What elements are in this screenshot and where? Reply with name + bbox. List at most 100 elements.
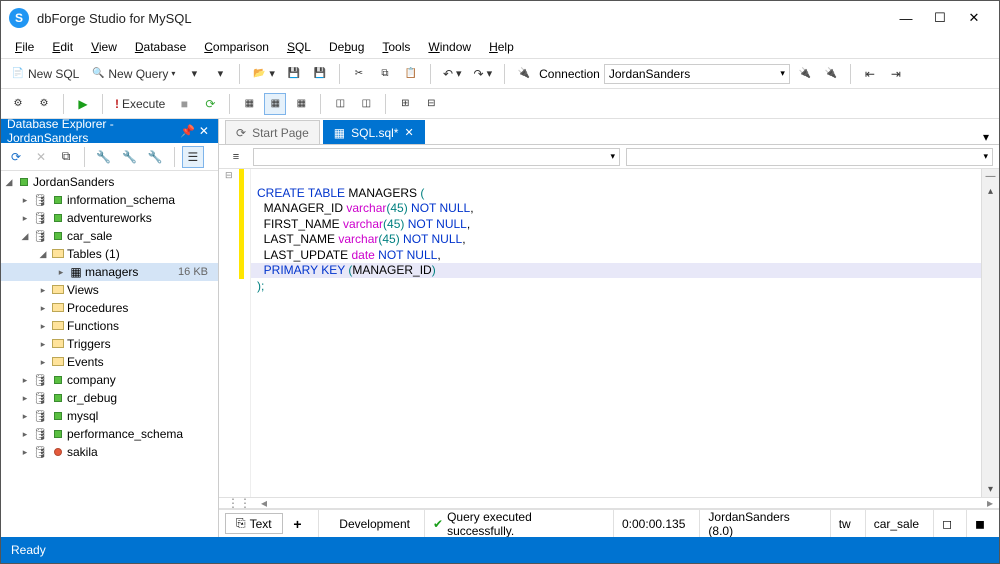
indent-right-button[interactable]: ⇥ bbox=[885, 63, 907, 85]
tab-menu-button[interactable]: ▾ bbox=[973, 130, 999, 144]
status-bar: Ready bbox=[1, 537, 999, 563]
menu-tools[interactable]: Tools bbox=[374, 37, 418, 57]
undo-button[interactable]: ↶▾ bbox=[439, 63, 466, 85]
close-window-button[interactable]: ✕ bbox=[957, 4, 991, 32]
tree-schema[interactable]: ◢🛢car_sale bbox=[1, 227, 218, 245]
object-filter-button[interactable]: ☰ bbox=[182, 146, 204, 168]
refresh-button[interactable]: ⟳ bbox=[5, 146, 27, 168]
separator bbox=[229, 94, 230, 114]
form-2-button[interactable]: ◫ bbox=[355, 93, 377, 115]
scroll-down-icon[interactable]: ▾ bbox=[988, 482, 993, 497]
tab-sql[interactable]: ▦SQL.sql*✕ bbox=[323, 120, 425, 144]
dropdown-2-button[interactable]: ▾ bbox=[209, 63, 231, 85]
filter-3-button[interactable]: 🔧 bbox=[144, 146, 167, 168]
menu-sql[interactable]: SQL bbox=[279, 37, 319, 57]
tree-folder-tables[interactable]: ◢Tables (1) bbox=[1, 245, 218, 263]
redo-icon: ↷ bbox=[474, 67, 484, 81]
tree-schema[interactable]: ▸🛢information_schema bbox=[1, 191, 218, 209]
transaction-button[interactable]: ⊟ bbox=[420, 93, 442, 115]
filter-1-button[interactable]: 🔧 bbox=[92, 146, 115, 168]
layout-1-button[interactable]: ◻ bbox=[933, 510, 960, 537]
tree-root[interactable]: ◢ JordanSanders bbox=[1, 173, 218, 191]
params-button[interactable]: ⊞ bbox=[394, 93, 416, 115]
tree-schema[interactable]: ▸🛢cr_debug bbox=[1, 389, 218, 407]
status-user: tw bbox=[830, 510, 859, 537]
disconnect-button[interactable]: 🔌 bbox=[820, 63, 842, 85]
paste-button[interactable]: 📋 bbox=[400, 63, 422, 85]
tree-schema[interactable]: ▸🛢adventureworks bbox=[1, 209, 218, 227]
dropdown-1-button[interactable]: ▾ bbox=[183, 63, 205, 85]
menu-database[interactable]: Database bbox=[127, 37, 194, 57]
tree-schema[interactable]: ▸🛢mysql bbox=[1, 407, 218, 425]
tree-table-managers[interactable]: ▸▦managers16 KB bbox=[1, 263, 218, 281]
save-button[interactable]: 💾 bbox=[283, 63, 305, 85]
titlebar: S dbForge Studio for MySQL — ☐ ✕ bbox=[1, 1, 999, 35]
cut-button[interactable]: ✂ bbox=[348, 63, 370, 85]
output-splitter[interactable]: ⋮⋮ ◂ ▸ bbox=[219, 497, 999, 509]
grid-3-button[interactable]: ▦ bbox=[290, 93, 312, 115]
tree-folder-triggers[interactable]: ▸Triggers bbox=[1, 335, 218, 353]
tab-start-page[interactable]: ⟳Start Page bbox=[225, 120, 320, 144]
close-panel-button[interactable]: ✕ bbox=[196, 124, 212, 138]
grid-1-button[interactable]: ▦ bbox=[238, 93, 260, 115]
sql-editor[interactable]: ⊟ CREATE TABLE MANAGERS ( MANAGER_ID var… bbox=[219, 169, 999, 497]
success-icon: ✔ bbox=[433, 517, 443, 531]
tree-folder-procedures[interactable]: ▸Procedures bbox=[1, 299, 218, 317]
new-sql-button[interactable]: 📄New SQL bbox=[7, 63, 83, 85]
pin-button[interactable]: 📌 bbox=[180, 124, 196, 138]
new-window-button[interactable]: ⧉ bbox=[55, 146, 77, 168]
splitter-grip-icon: ⋮⋮ bbox=[227, 496, 251, 510]
save-all-icon: 💾 bbox=[313, 67, 327, 81]
menu-window[interactable]: Window bbox=[420, 37, 479, 57]
scroll-top-icon[interactable]: — bbox=[986, 169, 996, 184]
execute-button[interactable]: ! Execute bbox=[111, 93, 169, 115]
menu-file[interactable]: File bbox=[7, 37, 42, 57]
tree-folder-functions[interactable]: ▸Functions bbox=[1, 317, 218, 335]
editor-scrollbar[interactable]: — ▴ ▾ bbox=[981, 169, 999, 497]
connection-dropdown[interactable]: JordanSanders▾ bbox=[604, 64, 790, 84]
run-button[interactable]: ▶ bbox=[72, 93, 94, 115]
tree-schema[interactable]: ▸🛢performance_schema bbox=[1, 425, 218, 443]
tree-schema[interactable]: ▸🛢sakila bbox=[1, 443, 218, 461]
tree-schema[interactable]: ▸🛢company bbox=[1, 371, 218, 389]
menu-comparison[interactable]: Comparison bbox=[196, 37, 277, 57]
delete-button[interactable]: ✕ bbox=[30, 146, 52, 168]
menu-help[interactable]: Help bbox=[481, 37, 522, 57]
separator bbox=[102, 94, 103, 114]
compile-button[interactable]: ⚙ bbox=[7, 93, 29, 115]
redo-button[interactable]: ↷▾ bbox=[470, 63, 497, 85]
close-tab-button[interactable]: ✕ bbox=[404, 126, 413, 139]
compile-all-button[interactable]: ⚙ bbox=[33, 93, 55, 115]
refresh-icon: ⟳ bbox=[11, 150, 21, 164]
refresh-exec-button[interactable]: ⟳ bbox=[199, 93, 221, 115]
grid-2-button[interactable]: ▦ bbox=[264, 93, 286, 115]
new-query-button[interactable]: 🔍New Query▾ bbox=[87, 63, 179, 85]
connection-label: Connection bbox=[539, 67, 600, 81]
scroll-up-icon[interactable]: ▴ bbox=[988, 184, 993, 199]
menu-debug[interactable]: Debug bbox=[321, 37, 372, 57]
add-view-button[interactable]: + bbox=[289, 516, 307, 532]
save-all-button[interactable]: 💾 bbox=[309, 63, 331, 85]
code-area[interactable]: CREATE TABLE MANAGERS ( MANAGER_ID varch… bbox=[251, 169, 981, 497]
params-icon: ⊞ bbox=[398, 97, 412, 111]
indent-left-button[interactable]: ⇤ bbox=[859, 63, 881, 85]
layout-2-button[interactable]: ◼ bbox=[966, 510, 993, 537]
copy-button[interactable]: ⧉ bbox=[374, 63, 396, 85]
schema-combo[interactable]: ▾ bbox=[253, 148, 620, 166]
connection-icon-button[interactable]: 🔌 bbox=[513, 63, 535, 85]
object-combo[interactable]: ▾ bbox=[626, 148, 993, 166]
filter-2-button[interactable]: 🔧 bbox=[118, 146, 141, 168]
tree-folder-views[interactable]: ▸Views bbox=[1, 281, 218, 299]
stop-button[interactable]: ■ bbox=[173, 93, 195, 115]
explorer-tree[interactable]: ◢ JordanSanders ▸🛢information_schema ▸🛢a… bbox=[1, 171, 218, 537]
open-button[interactable]: 📂▾ bbox=[248, 63, 279, 85]
connect-button[interactable]: 🔌 bbox=[794, 63, 816, 85]
maximize-button[interactable]: ☐ bbox=[923, 4, 957, 32]
tree-folder-events[interactable]: ▸Events bbox=[1, 353, 218, 371]
menu-edit[interactable]: Edit bbox=[44, 37, 81, 57]
minimize-button[interactable]: — bbox=[889, 4, 923, 32]
menu-view[interactable]: View bbox=[83, 37, 125, 57]
form-1-button[interactable]: ◫ bbox=[329, 93, 351, 115]
change-marker bbox=[239, 169, 244, 279]
text-view-tab[interactable]: ⎘Text bbox=[225, 513, 283, 534]
